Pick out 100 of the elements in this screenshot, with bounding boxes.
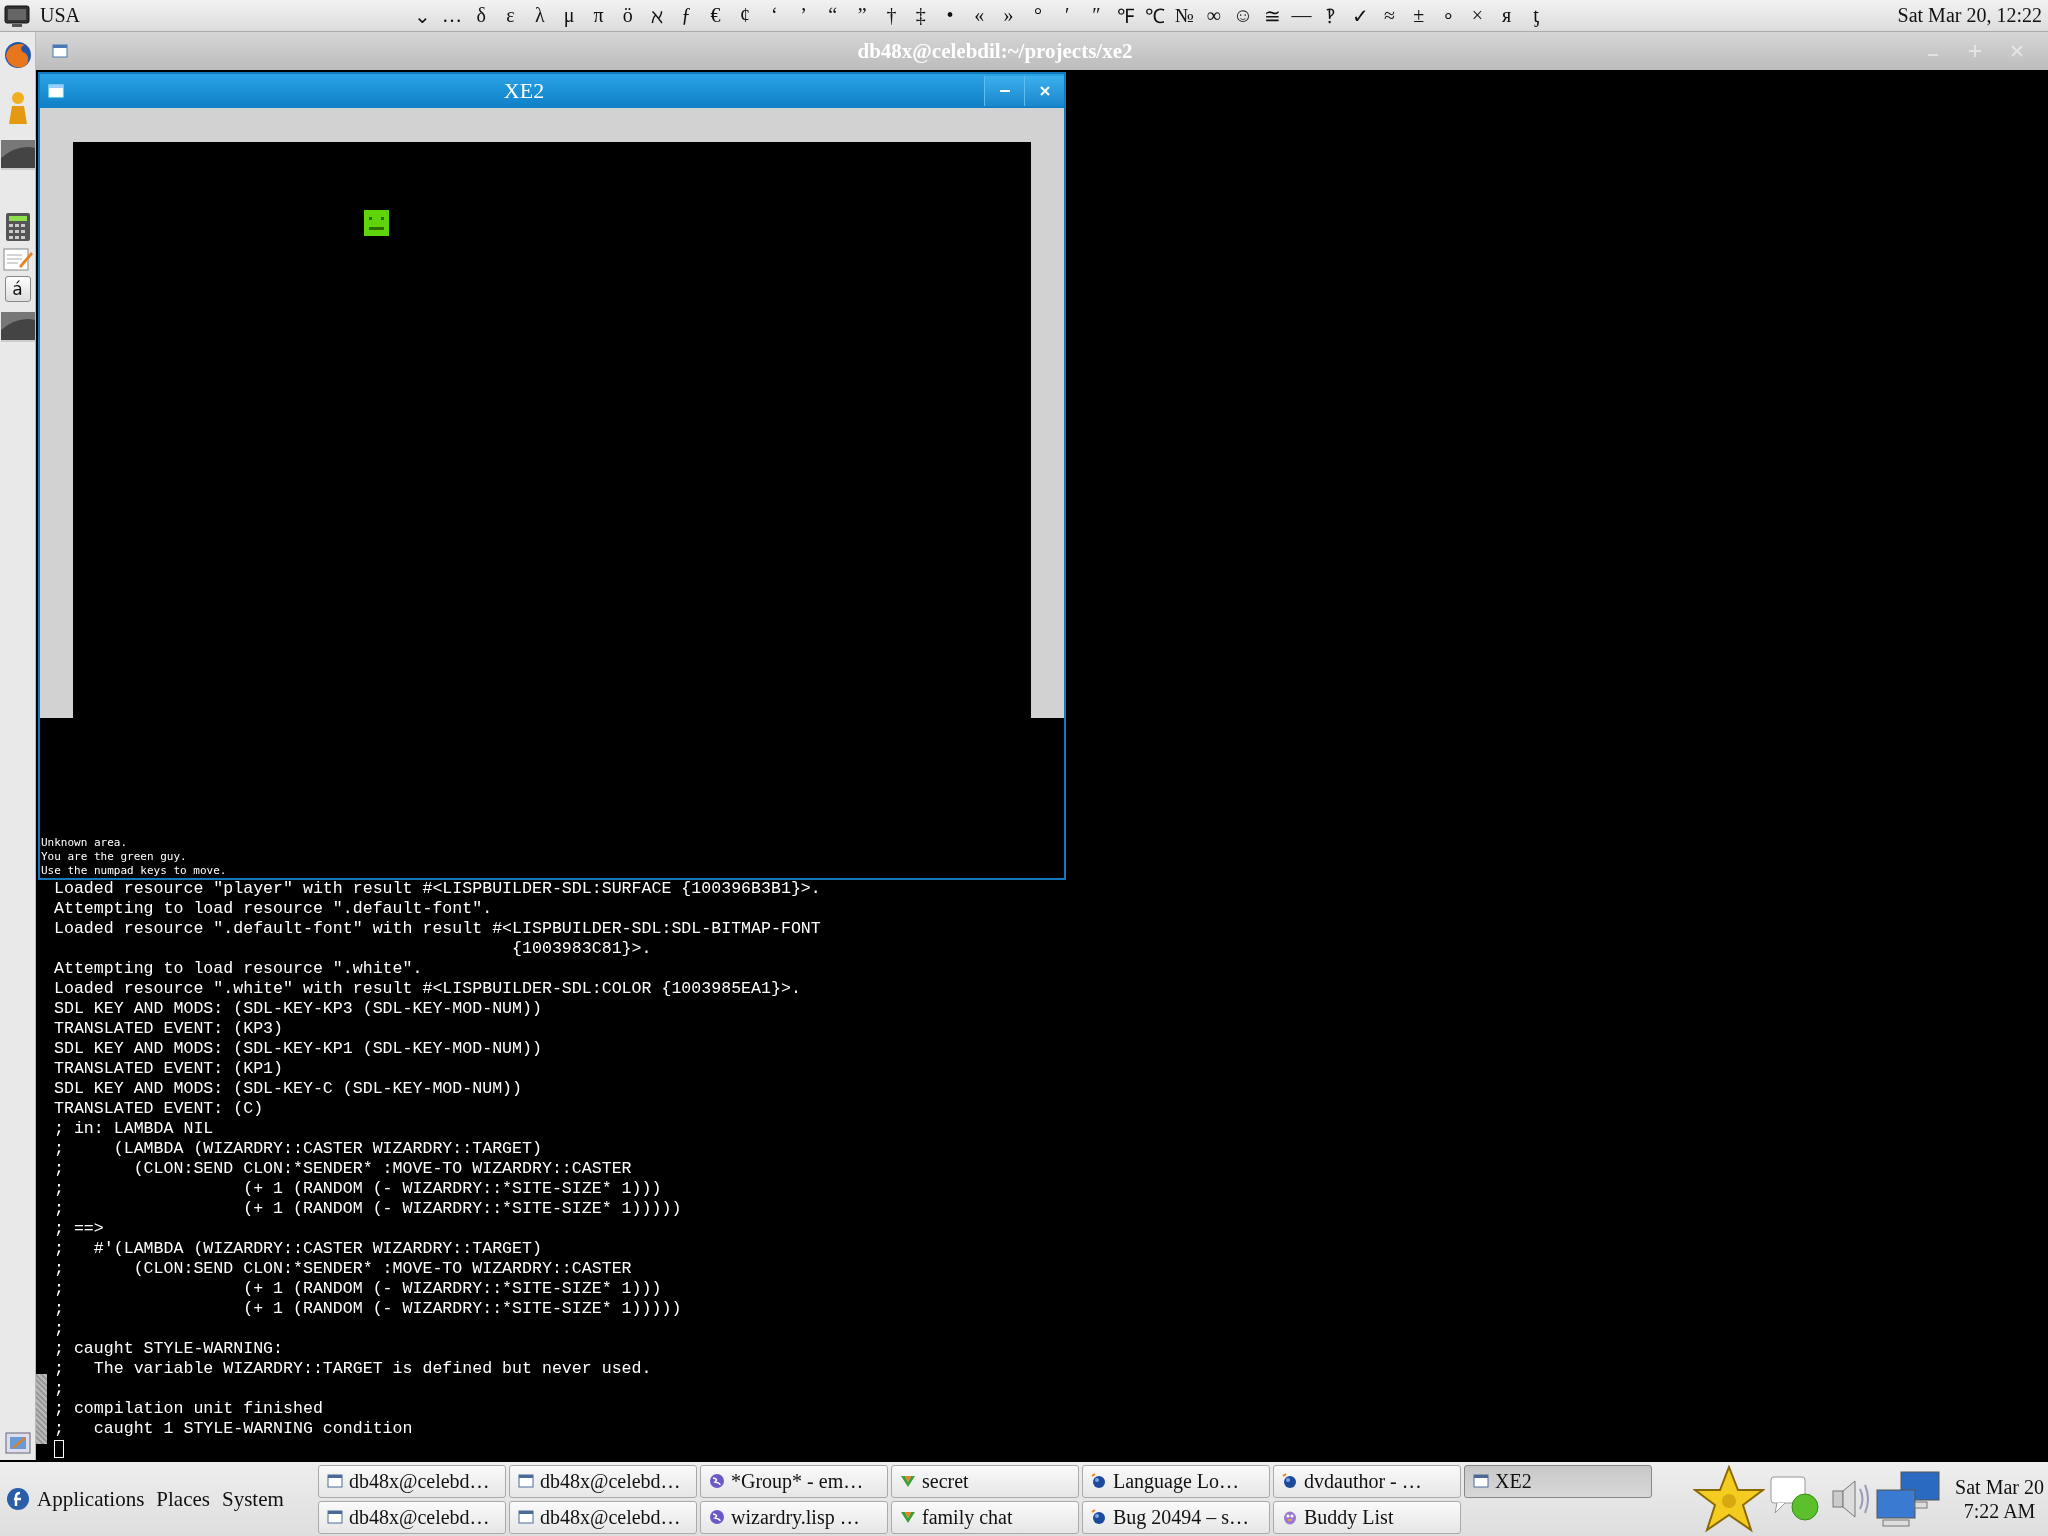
- character-palette-key[interactable]: μ: [554, 2, 584, 29]
- character-palette-key[interactable]: †: [876, 2, 907, 29]
- picture-frame-icon[interactable]: [4, 1432, 31, 1454]
- taskbar-button[interactable]: db48x@celebd…: [509, 1500, 697, 1534]
- character-palette-key[interactable]: λ: [525, 2, 555, 29]
- taskbar-button[interactable]: Language Lo…: [1082, 1464, 1270, 1498]
- globe-icon: [1091, 1509, 1107, 1525]
- output-line: TRANSLATED EVENT: (KP1): [54, 1059, 285, 1079]
- character-palette-key[interactable]: €: [700, 2, 731, 29]
- character-palette-key[interactable]: №: [1169, 2, 1199, 29]
- output-line: ; (+ 1 (RANDOM (- WIZARDRY::*SITE-SIZE* 1))))): [54, 1299, 683, 1319]
- character-palette-key[interactable]: ℉: [1111, 2, 1141, 29]
- minimize-button[interactable]: [984, 76, 1024, 106]
- taskbar-button[interactable]: db48x@celebd…: [318, 1464, 506, 1498]
- window-icon: [327, 1509, 343, 1525]
- taskbar-button[interactable]: db48x@celebd…: [318, 1500, 506, 1534]
- clock[interactable]: Sat Mar 20, 12:22: [1897, 4, 2042, 27]
- character-palette-key[interactable]: ƒ: [671, 2, 701, 29]
- output-line: ; in: LAMBDA NIL: [54, 1119, 215, 1139]
- output-line: ;: [54, 1379, 65, 1399]
- output-line: ; caught STYLE-WARNING:: [54, 1339, 285, 1359]
- window-icon[interactable]: [52, 44, 68, 58]
- taskbar-button[interactable]: XE2: [1464, 1464, 1652, 1498]
- message-line: Use the numpad keys to move.: [41, 864, 228, 878]
- notepad-pencil-icon[interactable]: [1, 246, 34, 272]
- sheriff-star-icon[interactable]: [1693, 1465, 1766, 1533]
- scrollbar-thumb[interactable]: [36, 1374, 47, 1444]
- menu-item[interactable]: System: [217, 1486, 289, 1512]
- taskbar-button[interactable]: secret: [891, 1464, 1079, 1498]
- character-palette-key[interactable]: •: [935, 2, 965, 29]
- monitor-icon[interactable]: [0, 138, 35, 172]
- character-palette-key[interactable]: ℃: [1140, 2, 1170, 29]
- editor-icon: [709, 1509, 725, 1525]
- menu-item[interactable]: Applications: [32, 1486, 150, 1512]
- taskbar-button[interactable]: family chat: [891, 1500, 1079, 1534]
- taskbar-button[interactable]: Bug 20494 – s…: [1082, 1500, 1270, 1534]
- output-line: ; (LAMBDA (WIZARDRY::CASTER WIZARDRY::TARGET): [54, 1139, 543, 1159]
- output-line: Attempting to load resource ".white".: [54, 959, 424, 979]
- character-palette-key[interactable]: »: [993, 2, 1024, 29]
- character-palette-key[interactable]: ¢: [730, 2, 760, 29]
- calculator-icon[interactable]: [4, 212, 31, 242]
- character-palette-key[interactable]: ✓: [1345, 2, 1375, 29]
- taskbar-button[interactable]: *Group* - em…: [700, 1464, 888, 1498]
- character-palette-key[interactable]: ‘: [759, 2, 789, 29]
- character-palette-key[interactable]: π: [583, 2, 614, 29]
- character-palette-key[interactable]: ƫ: [1521, 2, 1551, 29]
- fedora-logo-icon[interactable]: [6, 1487, 30, 1511]
- taskbar-button[interactable]: Buddy List: [1273, 1500, 1461, 1534]
- close-button[interactable]: [1024, 76, 1064, 106]
- speaker-icon[interactable]: [1829, 1477, 1872, 1521]
- character-palette-key[interactable]: ×: [1462, 2, 1492, 29]
- window-icon: [518, 1473, 534, 1489]
- browser-icon[interactable]: [2, 40, 33, 70]
- globe-icon: [1091, 1473, 1107, 1489]
- character-palette-key[interactable]: «: [964, 2, 994, 29]
- output-line: {1003983C81}>.: [511, 939, 653, 959]
- taskbar-button[interactable]: dvdauthor - …: [1273, 1464, 1461, 1498]
- output-line: SDL KEY AND MODS: (SDL-KEY-KP1 (SDL-KEY-MOD-NUM)): [54, 1039, 543, 1059]
- output-line: SDL KEY AND MODS: (SDL-KEY-C (SDL-KEY-MOD-NUM)): [54, 1079, 524, 1099]
- globe-icon: [1282, 1473, 1298, 1489]
- window-title: db48x@celebdil:~/projects/xe2: [856, 38, 1134, 64]
- character-key-icon[interactable]: á: [4, 276, 31, 302]
- message-line: You are the green guy.: [41, 850, 188, 864]
- character-palette-key[interactable]: ∞: [1199, 2, 1229, 29]
- taskbar-button[interactable]: wizardry.lisp …: [700, 1500, 888, 1534]
- character-palette-key[interactable]: я: [1492, 2, 1522, 29]
- output-line: ; (+ 1 (RANDOM (- WIZARDRY::*SITE-SIZE* 1))): [54, 1279, 663, 1299]
- window-icon: [1473, 1473, 1489, 1489]
- character-palette-key[interactable]: δ: [466, 2, 496, 29]
- character-palette-key[interactable]: ℵ: [642, 2, 672, 29]
- character-palette-key[interactable]: …: [437, 2, 467, 29]
- keyboard-layout-indicator[interactable]: USA: [40, 4, 400, 27]
- character-palette-key[interactable]: ’: [788, 2, 819, 29]
- character-palette-key[interactable]: ±: [1404, 2, 1434, 29]
- screen-icon[interactable]: [4, 4, 30, 27]
- character-palette-key[interactable]: ≈: [1374, 2, 1405, 29]
- character-palette-key[interactable]: ‽: [1316, 2, 1346, 29]
- character-palette-key[interactable]: ⌄: [408, 2, 438, 29]
- character-palette-key[interactable]: ‡: [906, 2, 936, 29]
- buddy-icon: [1282, 1509, 1298, 1525]
- character-palette-key[interactable]: ε: [495, 2, 526, 29]
- clock[interactable]: Sat Mar 20 7:22 AM: [1955, 1475, 2044, 1523]
- output-line: ; ==>: [54, 1219, 105, 1239]
- output-line: ; (CLON:SEND CLON:*SENDER* :MOVE-TO WIZARDRY::CASTER: [54, 1159, 633, 1179]
- character-palette-key[interactable]: °: [1023, 2, 1053, 29]
- monitor-icon[interactable]: [0, 310, 35, 344]
- character-palette-key[interactable]: ≅: [1257, 2, 1287, 29]
- character-palette-key[interactable]: ′: [1052, 2, 1082, 29]
- character-palette-key[interactable]: “: [818, 2, 848, 29]
- character-palette-key[interactable]: ″: [1081, 2, 1112, 29]
- chat-icon: [900, 1509, 916, 1525]
- text-cursor: [54, 1440, 64, 1458]
- character-palette-key[interactable]: ∘: [1433, 2, 1463, 29]
- character-palette-key[interactable]: ö: [613, 2, 643, 29]
- menu-item[interactable]: Places: [151, 1486, 215, 1512]
- window-title: XE2: [502, 78, 546, 104]
- taskbar-button[interactable]: db48x@celebd…: [509, 1464, 697, 1498]
- character-palette-key[interactable]: ☺: [1228, 2, 1258, 29]
- character-palette-key[interactable]: ”: [847, 2, 877, 29]
- character-palette-key[interactable]: —: [1286, 2, 1317, 29]
